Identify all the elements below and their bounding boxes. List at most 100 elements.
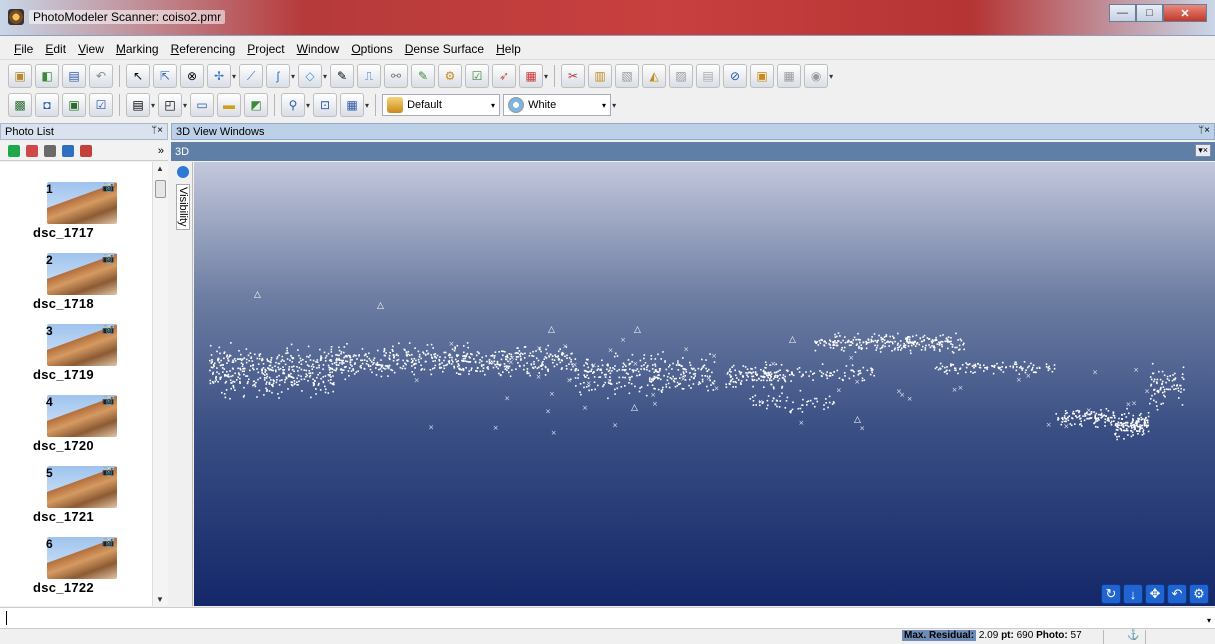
ruler-icon[interactable]: ▬ <box>217 93 242 117</box>
menu-referencing[interactable]: Referencing <box>165 42 242 56</box>
select-multi-icon[interactable]: ⇱ <box>153 64 177 88</box>
menu-options[interactable]: Options <box>345 42 398 56</box>
edge-icon[interactable]: ⎍ <box>357 64 382 88</box>
mark-shape-icon[interactable]: ◇ <box>298 64 323 88</box>
tab-3d[interactable]: 3D <box>175 146 189 158</box>
visibility-tab[interactable]: Visibility <box>176 184 190 230</box>
minimize-button[interactable]: — <box>1109 4 1136 22</box>
hide-icon[interactable]: ⊘ <box>723 64 748 88</box>
lines-table-icon[interactable]: ▧ <box>615 64 640 88</box>
scrollbar-thumb[interactable] <box>155 180 166 198</box>
grid-icon[interactable]: ▦ <box>340 93 365 117</box>
view-check-icon[interactable]: ☑ <box>89 93 113 117</box>
undo-icon[interactable]: ↶ <box>89 64 113 88</box>
scroll-down-icon[interactable]: ▼ <box>156 595 164 604</box>
menu-file[interactable]: File <box>8 42 39 56</box>
cloud-point <box>519 353 521 356</box>
menu-window[interactable]: Window <box>291 42 346 56</box>
chevron-down-icon[interactable]: ▾ <box>291 72 295 81</box>
connect-icon[interactable]: ⊗ <box>180 64 204 88</box>
zoom-extent-icon[interactable]: ⊡ <box>313 93 338 117</box>
layout-icon[interactable]: ▤ <box>126 93 150 117</box>
chevron-down-icon[interactable]: ▾ <box>306 101 310 110</box>
pointer-tool-icon[interactable]: ➶ <box>492 64 517 88</box>
command-input[interactable]: ▾ <box>0 607 1215 629</box>
3d-viewport[interactable]: × × × × × × × × × × × × × × × × × × × × × × × × × × × × × × × × × × × × × × × ×… <box>194 162 1215 606</box>
scroll-up-icon[interactable]: ▲ <box>156 164 164 173</box>
photo-table-icon[interactable]: ▣ <box>750 64 775 88</box>
photo-item[interactable]: 5 📷 dsc_1721 <box>30 454 140 524</box>
mark-line-icon[interactable]: ⟋ <box>239 64 264 88</box>
export-icon[interactable]: ◩ <box>244 93 269 117</box>
scale-icon[interactable]: ✂ <box>561 64 586 88</box>
chevron-down-icon[interactable]: ▾ <box>612 101 616 110</box>
view-fit-icon[interactable]: ▣ <box>62 93 86 117</box>
magnifier-icon[interactable]: ⚲ <box>281 93 306 117</box>
menu-dense-surface[interactable]: Dense Surface <box>399 42 490 56</box>
select-arrow-icon[interactable]: ↖ <box>126 64 150 88</box>
pencil-icon[interactable]: ✎ <box>330 64 355 88</box>
window-icon[interactable]: ◰ <box>158 93 183 117</box>
chevron-down-icon[interactable]: ▾ <box>323 72 327 81</box>
chevron-down-icon[interactable]: ▾ <box>365 101 369 110</box>
photo-list-view-icon[interactable] <box>44 145 56 157</box>
reference-icon[interactable]: ⚯ <box>384 64 409 88</box>
chevron-down-icon[interactable]: ▾ <box>829 72 833 81</box>
gear-icon[interactable] <box>177 166 189 178</box>
menu-project[interactable]: Project <box>241 42 290 56</box>
pan-icon[interactable]: ✥ <box>1145 584 1165 604</box>
chevron-down-icon[interactable]: ▾ <box>151 101 155 110</box>
window-tile-icon[interactable]: ▭ <box>190 93 215 117</box>
chevron-down-icon[interactable]: ▾ <box>491 101 495 110</box>
chevron-down-icon[interactable]: ▾ <box>183 101 187 110</box>
open-project-icon[interactable]: ◧ <box>35 64 59 88</box>
new-project-icon[interactable]: ▣ <box>8 64 32 88</box>
menu-view[interactable]: View <box>72 42 110 56</box>
photo-item[interactable]: 6 📷 dsc_1722 <box>30 525 140 595</box>
menu-help[interactable]: Help <box>490 42 527 56</box>
surfaces-table-icon[interactable]: ▤ <box>696 64 721 88</box>
photo-list-scrollbar[interactable]: ▲ ▼ <box>152 162 168 606</box>
view-zoom-icon[interactable]: ◘ <box>35 93 59 117</box>
more-icon[interactable]: » <box>158 145 164 157</box>
photo-item[interactable]: 1 📷 dsc_1717 <box>30 170 140 240</box>
table-icon[interactable]: ▦ <box>519 64 544 88</box>
menu-marking[interactable]: Marking <box>110 42 165 56</box>
process-icon[interactable]: ⚙ <box>438 64 463 88</box>
mark-point-icon[interactable]: ✢ <box>207 64 231 88</box>
remove-photo-icon[interactable] <box>26 145 38 157</box>
mark-curve-icon[interactable]: ʃ <box>266 64 291 88</box>
undo-view-icon[interactable]: ↶ <box>1167 584 1187 604</box>
cameras-table-icon[interactable]: ▦ <box>777 64 802 88</box>
display-style-combo[interactable]: Default ▾ <box>382 94 501 116</box>
view-photo-icon[interactable]: ▩ <box>8 93 32 117</box>
chevron-down-icon[interactable]: ▾ <box>1207 616 1211 625</box>
photo-info-icon[interactable] <box>62 145 74 157</box>
move-down-icon[interactable]: ↓ <box>1123 584 1143 604</box>
rotate-icon[interactable]: ↻ <box>1101 584 1121 604</box>
photo-item[interactable]: 4 📷 dsc_1720 <box>30 383 140 453</box>
close-button[interactable]: ✕ <box>1163 4 1207 22</box>
photo-item[interactable]: 3 📷 dsc_1719 <box>30 312 140 382</box>
cloud-point <box>889 335 891 338</box>
save-icon[interactable]: ▤ <box>62 64 86 88</box>
chevron-down-icon[interactable]: ▾ <box>602 101 606 110</box>
points-table-icon[interactable]: ▥ <box>588 64 613 88</box>
curves-table-icon[interactable]: ▨ <box>669 64 694 88</box>
menu-edit[interactable]: Edit <box>39 42 72 56</box>
photo-item[interactable]: 2 📷 dsc_1718 <box>30 241 140 311</box>
view-settings-icon[interactable]: ⚙ <box>1189 584 1209 604</box>
measure-icon[interactable]: ◭ <box>642 64 667 88</box>
camera-view-icon[interactable]: ◉ <box>804 64 829 88</box>
maximize-button[interactable]: □ <box>1136 4 1163 22</box>
auto-reference-icon[interactable]: ✎ <box>411 64 436 88</box>
pin-close-icon[interactable]: ᛘ× <box>151 125 163 136</box>
check-icon[interactable]: ☑ <box>465 64 490 88</box>
photo-filter-icon[interactable] <box>80 145 92 157</box>
chevron-down-icon[interactable]: ▾ <box>544 72 548 81</box>
add-photo-icon[interactable] <box>8 145 20 157</box>
pin-close-icon[interactable]: ᛘ× <box>1198 125 1210 136</box>
window-menu-icon[interactable]: ▾× <box>1195 144 1211 157</box>
background-color-combo[interactable]: White ▾ <box>503 94 612 116</box>
chevron-down-icon[interactable]: ▾ <box>232 72 236 81</box>
